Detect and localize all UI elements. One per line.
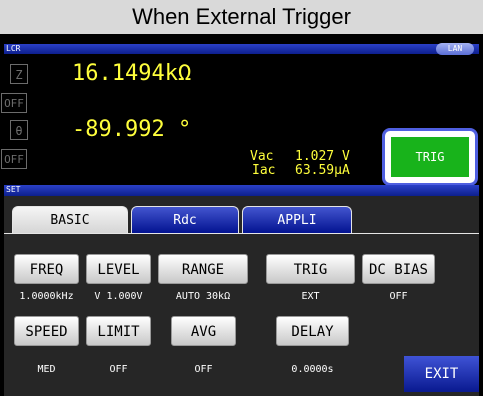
- avg-value: OFF: [194, 364, 213, 375]
- dc-bias-value: OFF: [389, 291, 408, 302]
- exit-button[interactable]: EXIT: [404, 356, 479, 392]
- freq-value: 1.0000kHz: [19, 291, 74, 302]
- param4-label[interactable]: OFF: [1, 149, 27, 169]
- param1-value: 16.1494kΩ: [72, 61, 192, 86]
- dc-bias-button[interactable]: DC BIAS: [362, 254, 435, 284]
- caption-title: When External Trigger: [0, 0, 483, 34]
- freq-button[interactable]: FREQ: [14, 254, 79, 284]
- limit-value: OFF: [109, 364, 128, 375]
- set-tag: SET: [6, 185, 21, 194]
- limit-button[interactable]: LIMIT: [86, 316, 151, 346]
- delay-button[interactable]: DELAY: [276, 316, 349, 346]
- trig-setting-button[interactable]: TRIG: [266, 254, 355, 284]
- level-button[interactable]: LEVEL: [86, 254, 151, 284]
- range-value: AUTO 30kΩ: [175, 291, 231, 302]
- lan-indicator: LAN: [436, 43, 474, 55]
- param3-label[interactable]: θ: [10, 120, 28, 140]
- instrument-screen: LCR LAN Z 16.1494kΩ OFF θ -89.992 ° OFF …: [0, 34, 483, 396]
- trig-highlight-frame: TRIG: [382, 128, 478, 186]
- iac-label: Iac: [252, 163, 276, 178]
- level-value: V 1.000V: [94, 291, 143, 302]
- iac-value: 63.59μA: [295, 163, 350, 178]
- speed-button[interactable]: SPEED: [14, 316, 79, 346]
- tab-rdc[interactable]: Rdc: [131, 206, 239, 234]
- lcr-tag: LCR: [6, 44, 21, 53]
- vac-label: Vac: [250, 149, 274, 164]
- vac-value: 1.027 V: [295, 149, 350, 164]
- trig-button[interactable]: TRIG: [391, 137, 469, 177]
- avg-button[interactable]: AVG: [171, 316, 236, 346]
- param1-label[interactable]: Z: [10, 64, 28, 84]
- tab-underline: [4, 233, 479, 234]
- lcr-status-bar: LCR: [4, 44, 479, 54]
- param3-value: -89.992 °: [72, 117, 192, 142]
- tab-appli[interactable]: APPLI: [242, 206, 352, 234]
- delay-value: 0.0000s: [291, 364, 334, 375]
- trig-setting-value: EXT: [301, 291, 320, 302]
- speed-value: MED: [37, 364, 56, 375]
- tab-basic[interactable]: BASIC: [12, 206, 128, 234]
- param2-label[interactable]: OFF: [1, 93, 27, 113]
- set-bar: SET: [4, 185, 479, 196]
- range-button[interactable]: RANGE: [158, 254, 248, 284]
